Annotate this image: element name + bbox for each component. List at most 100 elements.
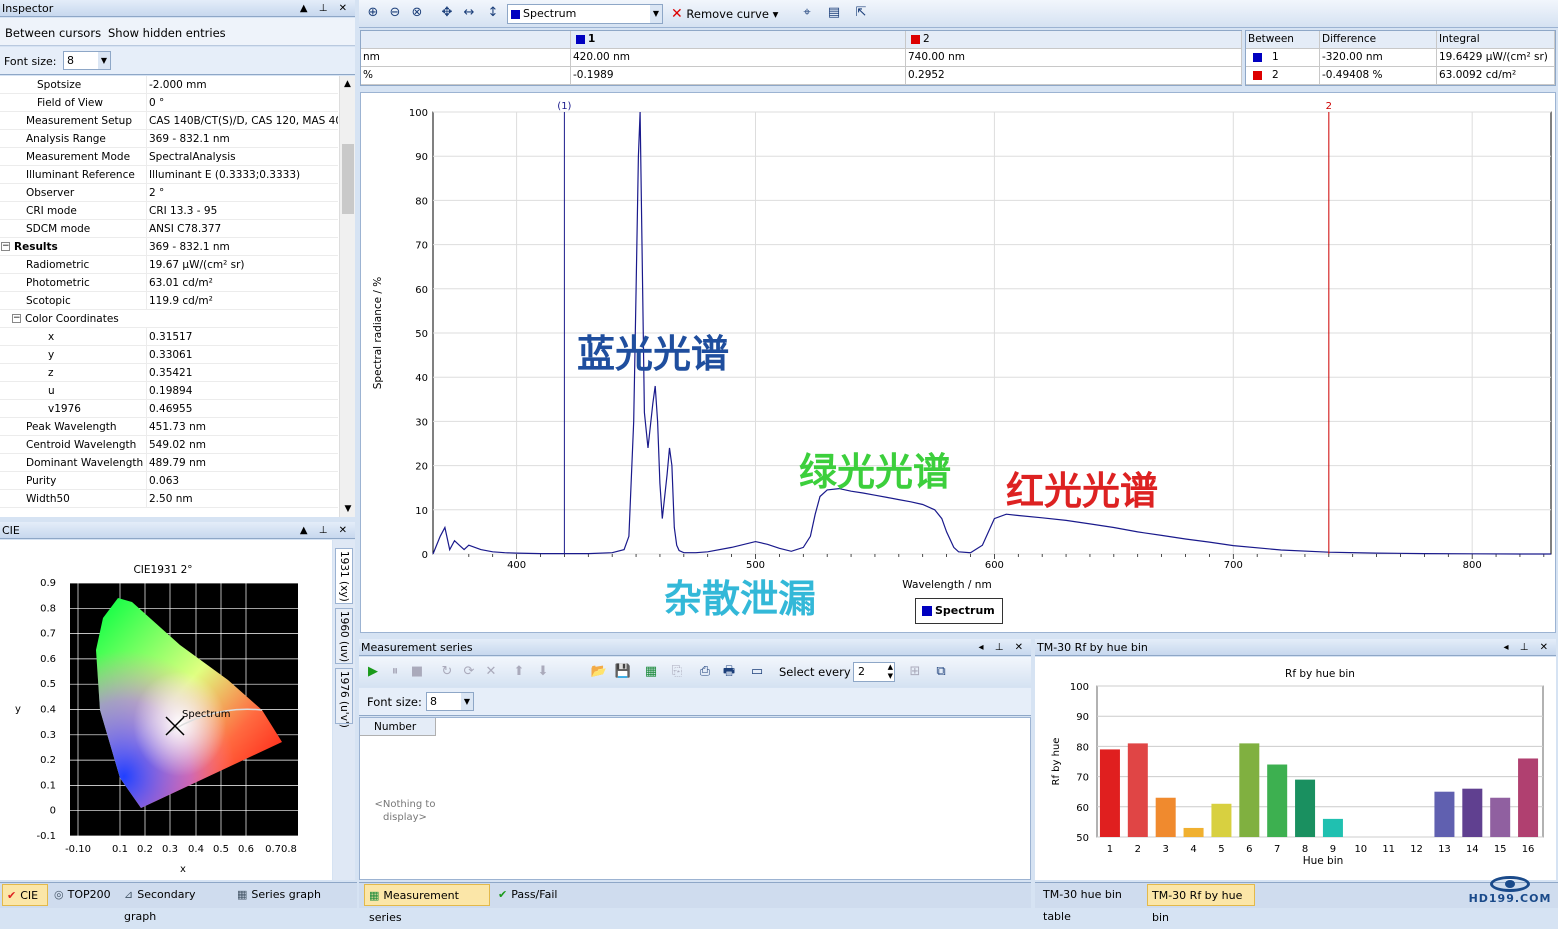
stop-icon[interactable]: ■ <box>407 662 427 682</box>
inspector-row[interactable]: Spotsize -2.000 mm <box>0 76 338 94</box>
inspector-row[interactable]: u 0.19894 <box>0 382 338 400</box>
delete-icon[interactable]: ✕ <box>481 662 501 682</box>
export-icon[interactable]: ⇱ <box>851 3 871 23</box>
between-cursors-link[interactable]: Between cursors <box>5 26 101 40</box>
show-hidden-link[interactable]: Show hidden entries <box>108 26 226 40</box>
cie-mode-tab[interactable]: 1976 (u'v') <box>335 668 353 728</box>
table-icon[interactable]: ▦ <box>641 662 661 682</box>
curve-select[interactable]: Spectrum ▼ <box>507 4 663 24</box>
scroll-up-icon[interactable]: ▲ <box>340 76 355 92</box>
panel-controls[interactable]: ▲ ⊥ ✕ <box>300 0 351 17</box>
inspector-row[interactable]: Observer 2 ° <box>0 184 338 202</box>
inspector-row[interactable]: Width50 2.50 nm <box>0 490 338 508</box>
inspector-row[interactable]: Color Coordinates − <box>0 310 338 328</box>
inspector-row[interactable]: SDCM mode ANSI C78.377 <box>0 220 338 238</box>
zoom-reset-icon[interactable]: ⊗ <box>407 3 427 23</box>
inspector-row[interactable]: CRI mode CRI 13.3 - 95 <box>0 202 338 220</box>
tab-series-graph[interactable]: ▦ Series graph <box>233 884 333 906</box>
grid-config-icon[interactable]: ⊞ <box>905 662 925 682</box>
pan-vertical-icon[interactable]: ↕ <box>483 3 503 23</box>
move-down-icon[interactable]: ⬇ <box>533 662 553 682</box>
inspector-row[interactable]: Field of View 0 ° <box>0 94 338 112</box>
tm30-bar[interactable] <box>1490 797 1511 837</box>
chevron-down-icon[interactable]: ▼ <box>461 693 473 710</box>
inspector-row[interactable]: v1976 0.46955 <box>0 400 338 418</box>
tab-tm-30-rf-by-hue-bin[interactable]: TM-30 Rf by hue bin <box>1147 884 1255 924</box>
play-icon[interactable]: ▶ <box>363 662 383 682</box>
move-up-icon[interactable]: ⬆ <box>509 662 529 682</box>
stepper-arrows-icon[interactable]: ▲ ▼ <box>888 663 893 681</box>
scrollbar[interactable]: ▲ ▼ <box>339 76 355 517</box>
crosshair-icon[interactable]: ⌖ <box>797 3 817 23</box>
scroll-down-icon[interactable]: ▼ <box>340 501 355 517</box>
tab-cie[interactable]: ✔ CIE <box>2 884 48 906</box>
tab-pass-fail[interactable]: ✔ Pass/Fail <box>494 884 574 906</box>
print-icon[interactable]: 🖶 <box>719 662 739 682</box>
inspector-row[interactable]: Purity 0.063 <box>0 472 338 490</box>
inspector-row[interactable]: Illuminant Reference Illuminant E (0.3333… <box>0 166 338 184</box>
cursor-2-value[interactable]: 0.2952 <box>906 67 1242 85</box>
cursor-2-value[interactable]: 740.00 nm <box>906 49 1242 67</box>
tm30-bar[interactable] <box>1434 791 1455 837</box>
inspector-row[interactable]: y 0.33061 <box>0 346 338 364</box>
tm30-bar[interactable] <box>1127 743 1148 837</box>
inspector-row[interactable]: Results − 369 - 832.1 nm <box>0 238 338 256</box>
inspector-row[interactable]: Measurement Mode SpectralAnalysis <box>0 148 338 166</box>
inspector-row[interactable]: Measurement Setup CAS 140B/CT(S)/D, CAS 1… <box>0 112 338 130</box>
collapse-icon[interactable]: − <box>12 314 21 323</box>
inspector-row[interactable]: Peak Wavelength 451.73 nm <box>0 418 338 436</box>
cursor-1-value[interactable]: 420.00 nm <box>571 49 906 67</box>
zoom-in-icon[interactable]: ⊕ <box>363 3 383 23</box>
open-folder-icon[interactable]: 📂 <box>589 662 609 682</box>
tm30-bar[interactable] <box>1267 764 1288 837</box>
tm30-bar[interactable] <box>1322 818 1343 837</box>
tab-secondary-graph[interactable]: ⊿ Secondary graph <box>120 884 230 923</box>
refresh-all-icon[interactable]: ⟳ <box>459 662 479 682</box>
panel-controls[interactable]: ◂ ⊥ ✕ <box>1504 639 1552 656</box>
cie-mode-tab[interactable]: 1960 (uv) <box>335 608 353 664</box>
tab-top200[interactable]: ◎ TOP200 <box>50 884 118 906</box>
tm30-bar[interactable] <box>1239 743 1260 837</box>
tm30-bar[interactable] <box>1155 797 1176 837</box>
chart-legend[interactable]: Spectrum <box>915 598 1003 624</box>
zoom-out-icon[interactable]: ⊖ <box>385 3 405 23</box>
remove-curve-button[interactable]: ✕ Remove curve ▾ <box>671 6 778 22</box>
inspector-row[interactable]: Analysis Range 369 - 832.1 nm <box>0 130 338 148</box>
select-every-stepper[interactable]: 2 ▲ ▼ <box>853 662 895 682</box>
inspector-row[interactable]: Dominant Wavelength 489.79 nm <box>0 454 338 472</box>
chevron-down-icon[interactable]: ▼ <box>650 5 662 23</box>
panel-controls[interactable]: ◂ ⊥ ✕ <box>979 639 1027 656</box>
window-icon[interactable]: ⧉ <box>931 662 951 682</box>
copy-icon[interactable]: ⎘ <box>667 662 687 682</box>
select-every-icon[interactable]: ▭ <box>747 662 767 682</box>
tm30-bar[interactable] <box>1462 788 1483 837</box>
inspector-row[interactable]: Photometric 63.01 cd/m² <box>0 274 338 292</box>
between-header[interactable]: Between <box>1246 31 1320 49</box>
inspector-row[interactable]: z 0.35421 <box>0 364 338 382</box>
font-size-select[interactable]: 8 ▼ <box>63 51 111 70</box>
pdf-icon[interactable]: ⎙ <box>695 662 715 682</box>
tm30-bar[interactable] <box>1211 803 1232 837</box>
refresh-icon[interactable]: ↻ <box>437 662 457 682</box>
tm30-bar[interactable] <box>1518 758 1539 837</box>
scroll-thumb[interactable] <box>342 144 354 214</box>
save-icon[interactable]: 💾 <box>613 662 633 682</box>
cursor-1-value[interactable]: -0.1989 <box>571 67 906 85</box>
collapse-icon[interactable]: − <box>1 242 10 251</box>
cie-mode-tab[interactable]: 1931 (xy) <box>335 548 353 604</box>
tab-measurement-series[interactable]: ▦ Measurement series <box>364 884 490 924</box>
between-header[interactable]: Integral <box>1437 31 1555 49</box>
pan-horizontal-icon[interactable]: ↔ <box>459 3 479 23</box>
inspector-row[interactable]: Radiometric 19.67 µW/(cm² sr) <box>0 256 338 274</box>
panel-controls[interactable]: ▲ ⊥ ✕ <box>300 522 351 539</box>
pause-icon[interactable]: ⏸ <box>385 662 405 682</box>
chart-settings-icon[interactable]: ▤ <box>824 3 844 23</box>
column-header-number[interactable]: Number <box>360 718 436 736</box>
tm30-bar[interactable] <box>1099 749 1120 837</box>
chevron-down-icon[interactable]: ▼ <box>98 52 110 69</box>
inspector-row[interactable]: Scotopic 119.9 cd/m² <box>0 292 338 310</box>
tm30-bar[interactable] <box>1295 779 1316 837</box>
pan-icon[interactable]: ✥ <box>437 3 457 23</box>
tm30-bar[interactable] <box>1183 827 1204 837</box>
font-size-select[interactable]: 8 ▼ <box>426 692 474 711</box>
